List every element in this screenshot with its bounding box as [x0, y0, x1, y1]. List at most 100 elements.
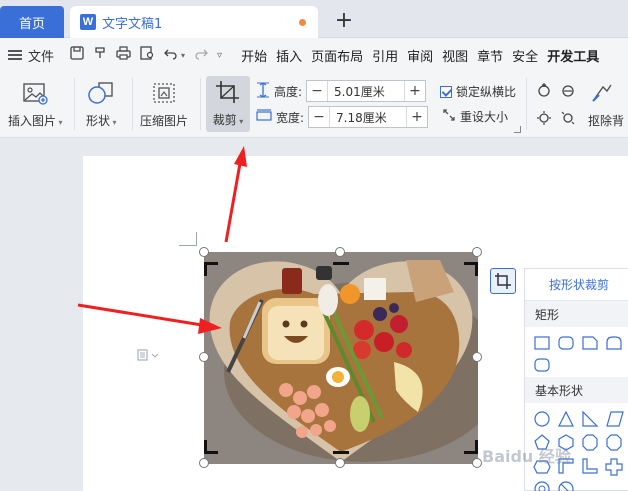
resize-handle-left[interactable]	[199, 352, 209, 362]
width-decrease-button[interactable]: −	[309, 107, 329, 127]
shape-donut-inner	[538, 485, 546, 491]
crop-corner-bottom-right[interactable]	[464, 440, 478, 454]
food-photo-image	[204, 252, 504, 464]
unsaved-indicator	[299, 19, 306, 26]
new-tab-button[interactable]: +	[332, 8, 356, 33]
resize-handle-bottom-left[interactable]	[199, 458, 209, 468]
menu-item-insert[interactable]: 插入	[276, 46, 302, 65]
file-menu[interactable]: 文件	[8, 46, 54, 65]
print-icon[interactable]	[116, 46, 131, 64]
menu-item-review[interactable]: 审阅	[407, 46, 433, 65]
crop-corner-bottom-left[interactable]	[204, 440, 218, 454]
crop-corner-top-left[interactable]	[204, 262, 218, 276]
crop-icon	[495, 273, 511, 289]
shape-octagon	[582, 434, 598, 451]
shape-right-triangle	[582, 410, 599, 427]
shape-rounded-rectangle	[558, 336, 574, 350]
document-title: 文字文稿1	[102, 16, 163, 32]
remove-background-icon	[588, 80, 616, 106]
menu-item-developer[interactable]: 开发工具	[547, 46, 599, 65]
brightness-down-icon[interactable]	[560, 110, 576, 129]
crop-edge-top[interactable]	[333, 262, 349, 265]
basic-shapes-section-header: 基本形状	[525, 377, 628, 403]
height-field[interactable]: 5.01厘米	[327, 81, 406, 101]
rotate-left-icon[interactable]	[536, 82, 552, 101]
rotate-right-icon[interactable]	[560, 82, 576, 101]
compress-picture-label: 压缩图片	[140, 114, 189, 128]
shape-rectangle	[534, 336, 550, 350]
crop-icon	[215, 80, 241, 107]
width-stepper[interactable]: − 7.18厘米 +	[308, 106, 429, 128]
resize-handle-bottom-right[interactable]	[472, 458, 482, 468]
floating-crop-button[interactable]	[490, 268, 516, 294]
tab-document[interactable]: W 文字文稿1	[70, 6, 318, 38]
height-label: 高度:	[274, 84, 303, 99]
menu-item-security[interactable]: 安全	[512, 46, 538, 65]
width-increase-button[interactable]: +	[407, 107, 427, 127]
print-preview-icon[interactable]	[140, 46, 155, 64]
reset-size-icon	[442, 108, 456, 125]
rectangle-section-header: 矩形	[525, 301, 628, 327]
ribbon-separator	[74, 78, 75, 130]
menu-item-chapter[interactable]: 章节	[477, 46, 503, 65]
height-decrease-button[interactable]: −	[307, 81, 327, 101]
rectangle-shapes-grid	[525, 327, 628, 377]
insert-picture-button[interactable]: 插入图片 ▾	[8, 80, 63, 129]
remove-background-label: 抠除背	[588, 114, 625, 128]
width-icon	[256, 108, 272, 126]
margin-corner-mark	[179, 232, 197, 246]
resize-handle-top-right[interactable]	[472, 247, 482, 257]
menu-bar: 文件 ▾ ▿ 开始 插入 页面布局 引用 审阅 视图 章节 安全 开发工具	[0, 38, 628, 72]
paragraph-anchor-icon[interactable]	[137, 349, 159, 364]
menu-item-reference[interactable]: 引用	[372, 46, 398, 65]
crop-by-shape-title[interactable]: 按形状裁剪	[525, 269, 628, 301]
remove-background-button[interactable]: 抠除背	[588, 80, 624, 129]
crop-edge-bottom[interactable]	[333, 451, 349, 454]
resize-handle-top-left[interactable]	[199, 247, 209, 257]
reset-size-button[interactable]: 重设大小	[442, 108, 508, 125]
shape-oval	[534, 411, 550, 427]
shape-no-symbol	[558, 481, 574, 491]
brightness-up-icon[interactable]	[536, 110, 552, 129]
ribbon-separator	[132, 78, 133, 130]
redo-icon[interactable]	[194, 46, 208, 64]
shape-snip-corner-rectangle	[582, 336, 598, 350]
menu-item-start[interactable]: 开始	[241, 46, 267, 65]
shape-l-shape	[582, 458, 598, 474]
hamburger-icon	[8, 50, 22, 60]
shape-decagon	[606, 434, 622, 451]
undo-dropdown-icon[interactable]: ▾	[181, 51, 185, 60]
width-field[interactable]: 7.18厘米	[329, 107, 408, 127]
width-label: 宽度:	[276, 110, 305, 125]
cropped-picture[interactable]	[204, 252, 504, 464]
customize-toolbar-icon[interactable]: ▿	[217, 50, 222, 61]
height-stepper[interactable]: − 5.01厘米 +	[306, 80, 427, 102]
height-icon	[256, 81, 270, 101]
tab-home[interactable]: 首页	[0, 6, 64, 38]
shape-triangle	[558, 410, 574, 427]
baidu-jingyan-watermark: Baidu 经验	[482, 447, 571, 466]
file-menu-label: 文件	[28, 49, 55, 65]
lock-aspect-ratio-label: 锁定纵横比	[456, 85, 517, 99]
ribbon-separator	[200, 78, 201, 130]
resize-handle-bottom[interactable]	[335, 458, 345, 468]
undo-icon[interactable]	[164, 46, 178, 64]
compress-picture-button[interactable]: 压缩图片	[140, 80, 188, 129]
crop-button[interactable]: 裁剪 ▾	[206, 76, 250, 132]
height-increase-button[interactable]: +	[405, 81, 425, 101]
resize-handle-top[interactable]	[335, 247, 345, 257]
menu-item-page-layout[interactable]: 页面布局	[311, 46, 363, 65]
shape-button[interactable]: 形状 ▾	[86, 80, 117, 129]
crop-corner-top-right[interactable]	[464, 262, 478, 276]
save-icon[interactable]	[70, 46, 84, 64]
quick-access-toolbar: ▾ ▿	[70, 46, 231, 64]
compress-icon	[150, 80, 178, 106]
resize-handle-right[interactable]	[472, 352, 482, 362]
format-painter-icon[interactable]	[93, 46, 107, 64]
menu-item-view[interactable]: 视图	[442, 46, 468, 65]
crop-label: 裁剪	[212, 113, 237, 127]
lock-aspect-ratio-checkbox[interactable]: 锁定纵横比	[440, 83, 516, 100]
dialog-launcher-icon[interactable]	[514, 126, 521, 133]
shape-rounded-rectangle-small	[534, 358, 550, 372]
shape-parallelogram	[606, 411, 624, 427]
